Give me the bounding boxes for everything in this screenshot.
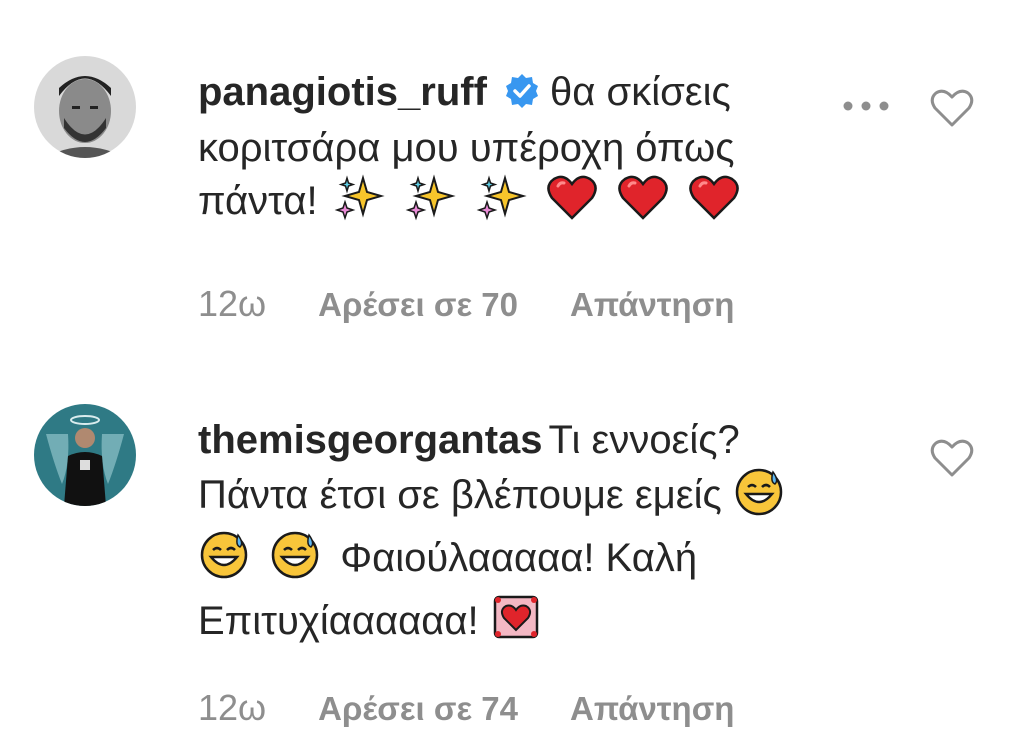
grinning-sweat-emoji-icon <box>733 466 785 529</box>
avatar[interactable] <box>34 56 136 158</box>
comment-body: themisgeorgantas Τι εννοείς? Πάντα έτσι σ… <box>198 414 818 655</box>
comment-line: Φαιούλααααα! Καλή <box>198 529 818 592</box>
comment-body: panagiotis_ruff θα σκίσεις κοριτσάρα μου… <box>198 66 818 235</box>
heart-icon[interactable] <box>930 438 974 478</box>
more-options-icon[interactable] <box>840 96 892 116</box>
red-heart-emoji-icon <box>546 174 598 235</box>
red-heart-emoji-icon <box>617 174 669 235</box>
comment-line: Πάντα έτσι σε βλέπουμε εμείς <box>198 466 818 529</box>
grinning-sweat-emoji-icon <box>269 529 321 592</box>
likes-count-link[interactable]: Αρέσει σε 70 <box>318 286 518 323</box>
avatar[interactable] <box>34 404 136 506</box>
sparkles-emoji-icon <box>404 174 456 235</box>
comment-text: Πάντα έτσι σε βλέπουμε εμείς <box>198 473 722 517</box>
reply-button[interactable]: Απάντηση <box>570 690 734 727</box>
username-link[interactable]: panagiotis_ruff <box>198 70 487 114</box>
username-link[interactable]: themisgeorgantas <box>198 418 543 462</box>
verified-badge-icon <box>504 70 540 122</box>
comment-line: Επιτυχίαααααα! <box>198 592 818 655</box>
comment-text: θα σκίσεις <box>550 70 731 114</box>
sparkles-emoji-icon <box>333 174 385 235</box>
grinning-sweat-emoji-icon <box>198 529 250 592</box>
timestamp[interactable]: 12ω <box>198 283 266 324</box>
comment-meta: 12ω Αρέσει σε 74 Απάντηση <box>198 682 734 734</box>
comment-text: Επιτυχίαααααα! <box>198 599 479 643</box>
comment-text: Φαιούλααααα! Καλή <box>340 536 698 580</box>
comment-text: πάντα! <box>198 179 318 223</box>
sparkles-emoji-icon <box>475 174 527 235</box>
love-letter-emoji-icon <box>490 592 542 655</box>
comment-line: πάντα! <box>198 174 818 235</box>
reply-button[interactable]: Απάντηση <box>570 286 734 323</box>
heart-icon[interactable] <box>930 88 974 128</box>
comment-line: panagiotis_ruff θα σκίσεις <box>198 66 818 122</box>
comment-line: themisgeorgantas Τι εννοείς? <box>198 414 818 466</box>
red-heart-emoji-icon <box>688 174 740 235</box>
comment-text: Τι εννοείς? <box>548 418 740 462</box>
comment-meta: 12ω Αρέσει σε 70 Απάντηση <box>198 278 734 330</box>
timestamp[interactable]: 12ω <box>198 687 266 728</box>
comment-line: κοριτσάρα μου υπέροχη όπως <box>198 126 735 170</box>
likes-count-link[interactable]: Αρέσει σε 74 <box>318 690 518 727</box>
